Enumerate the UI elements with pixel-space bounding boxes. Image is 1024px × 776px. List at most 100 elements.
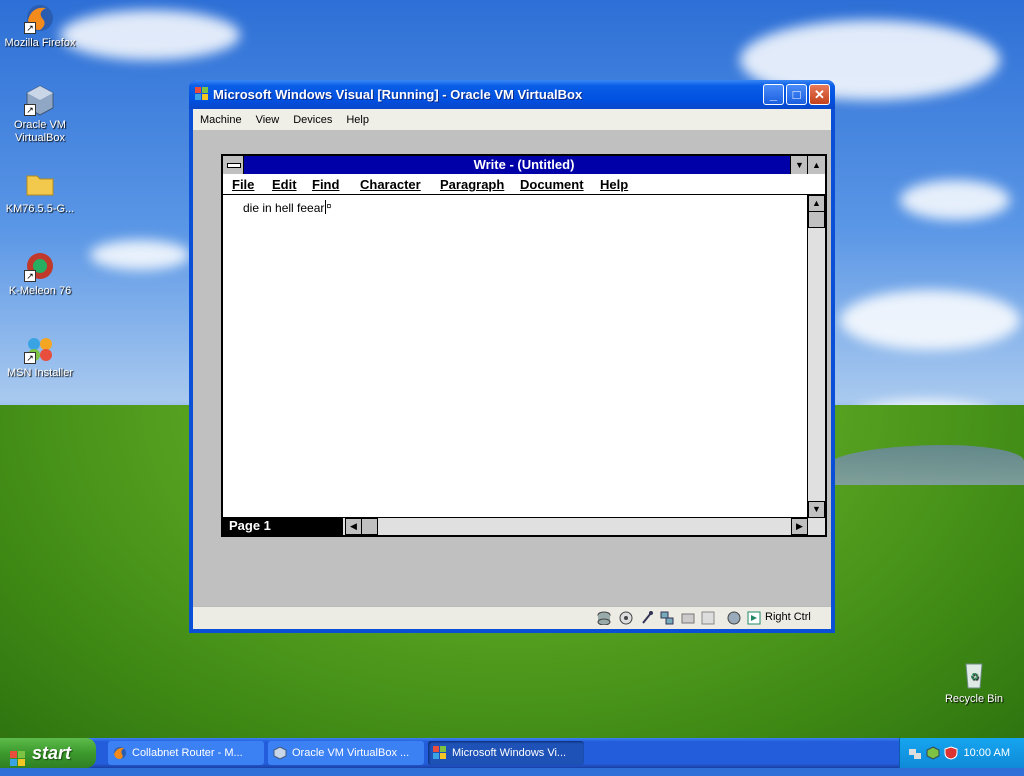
close-icon: ✕ xyxy=(814,87,825,102)
write-minimize-button[interactable]: ▼ xyxy=(790,156,808,174)
usb-icon[interactable] xyxy=(640,611,654,625)
folder-icon xyxy=(24,168,56,200)
taskbar-item-firefox[interactable]: Collabnet Router - M... xyxy=(108,741,264,765)
arrow-up-icon: ▲ xyxy=(812,198,821,208)
close-button[interactable]: ✕ xyxy=(809,84,830,105)
network-status-icon[interactable] xyxy=(908,746,922,760)
desktop-icon-label: Oracle VM VirtualBox xyxy=(14,119,66,144)
display-icon[interactable] xyxy=(701,611,715,625)
maximize-button[interactable]: □ xyxy=(786,84,807,105)
hard-disk-icon[interactable] xyxy=(597,611,611,625)
virtualbox-icon: ↗ xyxy=(24,84,56,116)
system-tray: 10:00 AM xyxy=(899,738,1024,768)
triangle-up-icon: ▲ xyxy=(812,160,821,170)
write-title: Write - (Untitled) xyxy=(473,157,575,172)
start-button[interactable]: start xyxy=(0,738,96,768)
desktop-icon-label: Mozilla Firefox xyxy=(4,37,76,49)
menu-view[interactable]: View xyxy=(249,114,287,126)
scroll-down-button[interactable]: ▼ xyxy=(808,501,825,518)
triangle-down-icon: ▼ xyxy=(795,160,804,170)
taskbar-item-label: Microsoft Windows Vi... xyxy=(452,747,567,759)
window-title: Microsoft Windows Visual [Running] - Ora… xyxy=(213,87,583,102)
end-mark-icon: ¤ xyxy=(326,201,332,211)
start-label: start xyxy=(32,743,72,763)
network-icon[interactable] xyxy=(660,611,674,625)
scroll-right-button[interactable]: ▶ xyxy=(791,518,808,535)
desktop-icon-firefox[interactable]: ↗ Mozilla Firefox xyxy=(0,2,80,50)
desktop-icon-virtualbox[interactable]: ↗ Oracle VM VirtualBox xyxy=(0,84,80,145)
menu-devices[interactable]: Devices xyxy=(286,114,339,126)
firefox-icon xyxy=(114,747,126,759)
window-title-bar[interactable]: Microsoft Windows Visual [Running] - Ora… xyxy=(189,80,835,109)
windows-flag-icon xyxy=(195,87,209,101)
msn-icon: ↗ xyxy=(24,332,56,364)
shared-folder-icon[interactable] xyxy=(681,611,695,625)
host-key-icon[interactable] xyxy=(747,611,761,625)
taskbar: start Collabnet Router - M... Oracle VM … xyxy=(0,738,1024,768)
vertical-scrollbar[interactable]: ▲ ▼ xyxy=(807,195,825,518)
cloud-decoration xyxy=(900,180,1010,220)
desktop-icon-label: MSN Installer xyxy=(6,367,74,379)
document-text-line: die in hell feear ¤ xyxy=(243,200,331,215)
write-window: Write - (Untitled) ▼ ▲ File Edit Find Ch… xyxy=(221,154,827,537)
document-text: die in hell feear xyxy=(243,201,325,215)
svg-text:♻: ♻ xyxy=(970,672,979,683)
virtualbox-tray-icon[interactable] xyxy=(926,746,940,760)
firefox-icon: ↗ xyxy=(24,2,56,34)
menu-paragraph[interactable]: Paragraph xyxy=(440,177,504,192)
windows-flag-icon xyxy=(10,746,25,766)
windows-icon xyxy=(433,746,446,759)
cloud-decoration xyxy=(840,290,1020,350)
virtualbox-icon xyxy=(273,746,287,760)
desktop-icon-label: Recycle Bin xyxy=(944,693,1004,705)
arrow-left-icon: ◀ xyxy=(350,521,357,531)
desktop-icon-label: KM76.5.5-G... xyxy=(5,203,75,215)
horizontal-scroll-thumb[interactable] xyxy=(361,518,378,535)
menu-help[interactable]: Help xyxy=(600,177,628,192)
vm-display[interactable]: Write - (Untitled) ▼ ▲ File Edit Find Ch… xyxy=(193,130,831,607)
kmeleon-icon: ↗ xyxy=(24,250,56,282)
menu-find[interactable]: Find xyxy=(312,177,339,192)
write-menubar: File Edit Find Character Paragraph Docum… xyxy=(223,175,825,195)
vbox-status-bar: Right Ctrl xyxy=(193,606,831,629)
optical-drive-icon[interactable] xyxy=(619,611,633,625)
arrow-down-icon: ▼ xyxy=(812,504,821,514)
document-area[interactable]: die in hell feear ¤ xyxy=(223,195,808,518)
desktop-icon-msn[interactable]: ↗ MSN Installer xyxy=(0,332,80,380)
desktop-icon-recycle-bin[interactable]: ♻ Recycle Bin xyxy=(934,658,1014,706)
scroll-thumb[interactable] xyxy=(808,211,825,228)
scroll-left-button[interactable]: ◀ xyxy=(345,518,362,535)
menu-character[interactable]: Character xyxy=(360,177,421,192)
system-menu-button[interactable] xyxy=(223,156,244,174)
virtualbox-window: Microsoft Windows Visual [Running] - Ora… xyxy=(189,80,835,633)
desktop-icon-label: K-Meleon 76 xyxy=(8,285,72,297)
taskbar-item-label: Collabnet Router - M... xyxy=(132,747,243,759)
host-key-label: Right Ctrl xyxy=(765,611,811,623)
scroll-up-button[interactable]: ▲ xyxy=(808,195,825,212)
taskbar-item-vm[interactable]: Microsoft Windows Vi... xyxy=(428,741,584,765)
menu-document[interactable]: Document xyxy=(520,177,584,192)
arrow-right-icon: ▶ xyxy=(796,521,803,531)
menu-machine[interactable]: Machine xyxy=(193,114,249,126)
write-maximize-button[interactable]: ▲ xyxy=(807,156,825,174)
mouse-integration-icon[interactable] xyxy=(727,611,741,625)
taskbar-item-label: Oracle VM VirtualBox ... xyxy=(292,747,410,759)
security-shield-icon[interactable] xyxy=(944,746,958,760)
recycle-bin-icon: ♻ xyxy=(958,658,990,690)
horizontal-scrollbar[interactable]: Page 1 ◀ ▶ xyxy=(223,517,825,535)
minimize-button[interactable]: _ xyxy=(763,84,784,105)
write-title-bar[interactable]: Write - (Untitled) ▼ ▲ xyxy=(223,156,825,174)
taskbar-item-virtualbox[interactable]: Oracle VM VirtualBox ... xyxy=(268,741,424,765)
vbox-menubar: Machine View Devices Help xyxy=(193,109,831,130)
cloud-decoration xyxy=(90,240,190,270)
menu-file[interactable]: File xyxy=(232,177,254,192)
menu-edit[interactable]: Edit xyxy=(272,177,297,192)
desktop-icon-kmeleon[interactable]: ↗ K-Meleon 76 xyxy=(0,250,80,298)
desktop-icon-folder[interactable]: KM76.5.5-G... xyxy=(0,168,80,216)
system-menu-icon xyxy=(227,163,241,168)
minimize-icon: _ xyxy=(769,87,778,102)
cloud-decoration xyxy=(60,10,240,60)
page-indicator: Page 1 xyxy=(223,518,343,535)
maximize-icon: □ xyxy=(792,87,801,102)
menu-help[interactable]: Help xyxy=(339,114,376,126)
